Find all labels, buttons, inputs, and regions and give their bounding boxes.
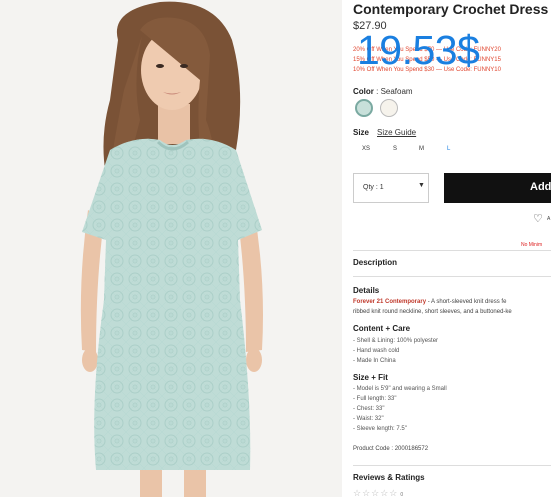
product-title: Contemporary Crochet Dress (353, 1, 549, 17)
rating-stars: ☆☆☆☆☆ 0 (353, 488, 404, 497)
overlay-price: 19.53$ (357, 27, 480, 73)
wishlist-label[interactable]: A (547, 216, 550, 222)
content-care-list: - Shell & Lining: 100% polyester - Hand … (353, 336, 438, 366)
star-icons: ☆☆☆☆☆ (353, 488, 399, 497)
product-info-panel: Contemporary Crochet Dress $27.90 20% Of… (353, 0, 551, 497)
size-option-s[interactable]: S (393, 146, 397, 152)
color-row: Color : Seafoam (353, 87, 413, 96)
size-fit-list: - Model is 5'9" and wearing a Small - Fu… (353, 384, 447, 434)
description-heading: Description (353, 258, 398, 267)
list-item: - Waist: 32" (353, 416, 384, 422)
details-text-line2: ribbed knit round neckline, short sleeve… (353, 309, 512, 315)
details-heading: Details (353, 286, 380, 295)
content-care-heading: Content + Care (353, 324, 411, 333)
model-illustration (0, 0, 342, 497)
list-item: - Sleeve length: 7.5" (353, 426, 407, 432)
swatch-seafoam[interactable] (355, 99, 373, 117)
size-guide-link[interactable]: Size Guide (377, 128, 416, 137)
list-item: - Full length: 33" (353, 396, 397, 402)
review-count: 0 (400, 492, 405, 497)
caret-down-icon: ▼ (418, 182, 425, 189)
color-value: : Seafoam (376, 87, 413, 96)
list-item: - Chest: 33" (353, 406, 385, 412)
list-item: - Made In China (353, 358, 396, 364)
details-text-line1: - A short-sleeved knit dress fe (426, 299, 507, 305)
add-button-label: Add (530, 181, 551, 193)
add-to-bag-button[interactable]: Add (444, 173, 551, 203)
no-minimum-note: No Minim (521, 242, 543, 248)
quantity-value: Qty : 1 (363, 184, 384, 191)
list-item: - Model is 5'9" and wearing a Small (353, 386, 447, 392)
details-text: Forever 21 Contemporary - A short-sleeve… (353, 297, 512, 317)
brand-link[interactable]: Forever 21 Contemporary (353, 299, 426, 305)
heart-icon[interactable]: ♡ (533, 212, 543, 225)
size-label: Size (353, 128, 370, 137)
divider (353, 276, 551, 277)
quantity-select[interactable]: Qty : 1 ▼ (353, 173, 429, 203)
size-fit-heading: Size + Fit (353, 373, 388, 382)
divider (353, 465, 551, 466)
list-item: - Shell & Lining: 100% polyester (353, 338, 439, 344)
divider (353, 250, 551, 251)
product-photo (0, 0, 342, 497)
list-item: - Hand wash cold (353, 348, 400, 354)
reviews-heading: Reviews & Ratings (353, 473, 425, 482)
size-option-l[interactable]: L (447, 146, 450, 152)
product-code: Product Code : 2000186572 (353, 446, 429, 452)
color-label: Color (353, 87, 374, 96)
size-option-xs[interactable]: XS (362, 146, 370, 152)
size-option-m[interactable]: M (419, 146, 424, 152)
swatch-cream[interactable] (380, 99, 398, 117)
